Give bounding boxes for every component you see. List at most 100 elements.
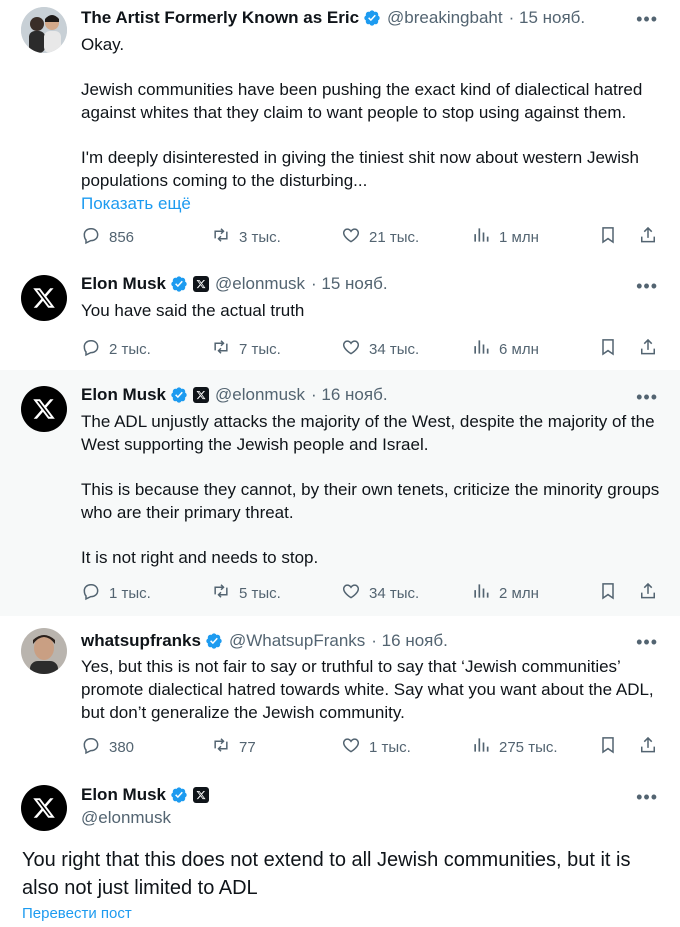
- tweet-header: The Artist Formerly Known as Eric @break…: [81, 7, 585, 29]
- avatar-elonmusk[interactable]: [21, 386, 67, 432]
- author-name[interactable]: Elon Musk: [81, 784, 166, 806]
- author-handle[interactable]: @breakingbaht: [387, 7, 503, 29]
- x-logo-icon: [33, 798, 55, 818]
- repost-icon: [211, 735, 231, 759]
- like-count: 21 тыс.: [369, 228, 420, 246]
- author-name[interactable]: Elon Musk: [81, 384, 166, 406]
- tweet-date[interactable]: · 16 нояб.: [371, 630, 448, 652]
- reply-icon: [81, 225, 101, 249]
- repost-button[interactable]: 3 тыс.: [211, 225, 281, 249]
- main-tweet[interactable]: Elon Musk @elonmusk ••• You right that t…: [0, 772, 680, 927]
- main-tweet-text: You right that this does not extend to a…: [22, 849, 631, 899]
- like-icon: [341, 225, 361, 249]
- author-name[interactable]: Elon Musk: [81, 273, 166, 295]
- reply-count: 380: [109, 738, 135, 756]
- like-button[interactable]: 34 тыс.: [341, 581, 419, 605]
- reply-icon: [81, 337, 101, 361]
- tweet-actions: 1 тыс. 5 тыс. 34 тыс. 2 млн: [81, 581, 661, 605]
- bookmark-button[interactable]: [598, 735, 618, 759]
- share-icon: [638, 735, 658, 759]
- author-name[interactable]: The Artist Formerly Known as Eric: [81, 7, 359, 29]
- avatar-breakingbaht[interactable]: [21, 7, 67, 53]
- repost-button[interactable]: 77: [211, 735, 256, 759]
- tweet-date[interactable]: · 16 нояб.: [311, 384, 388, 406]
- author-handle[interactable]: @WhatsupFranks: [229, 630, 365, 652]
- like-count: 1 тыс.: [369, 738, 411, 756]
- repost-count: 7 тыс.: [239, 340, 281, 358]
- author-name[interactable]: whatsupfranks: [81, 630, 201, 652]
- like-button[interactable]: 34 тыс.: [341, 337, 419, 361]
- more-icon[interactable]: •••: [636, 633, 658, 651]
- like-button[interactable]: 1 тыс.: [341, 735, 411, 759]
- translate-post-link[interactable]: Перевести пост: [22, 905, 132, 922]
- views-count: 6 млн: [499, 340, 539, 358]
- repost-count: 5 тыс.: [239, 584, 281, 602]
- tweet-date[interactable]: · 15 нояб.: [509, 7, 586, 29]
- tweet-header: Elon Musk @elonmusk · 15 нояб.: [81, 273, 388, 295]
- tweet-paragraph: I'm deeply disinterested in giving the t…: [81, 148, 639, 190]
- author-handle[interactable]: @elonmusk: [215, 273, 305, 295]
- x-affiliation-icon: [193, 787, 210, 803]
- views-icon: [471, 581, 491, 605]
- bookmark-button[interactable]: [598, 581, 618, 605]
- reply-button[interactable]: 2 тыс.: [81, 337, 151, 361]
- share-button[interactable]: [638, 735, 658, 759]
- reply-count: 856: [109, 228, 135, 246]
- main-tweet-header: Elon Musk: [81, 784, 210, 806]
- repost-button[interactable]: 7 тыс.: [211, 337, 281, 361]
- share-button[interactable]: [638, 337, 658, 361]
- tweet-date[interactable]: · 15 нояб.: [311, 273, 388, 295]
- verified-badge-icon: [170, 786, 188, 804]
- bookmark-button[interactable]: [598, 337, 618, 361]
- avatar-elonmusk[interactable]: [21, 785, 67, 831]
- views-icon: [471, 225, 491, 249]
- tweet-actions: 380 77 1 тыс. 275 тыс.: [81, 735, 661, 759]
- share-icon: [638, 337, 658, 361]
- tweet-text: Okay. Jewish communities have been pushi…: [81, 33, 661, 215]
- reply-icon: [81, 735, 101, 759]
- like-icon: [341, 581, 361, 605]
- views-button[interactable]: 2 млн: [471, 581, 539, 605]
- tweet-text: The ADL unjustly attacks the majority of…: [81, 410, 661, 569]
- more-icon[interactable]: •••: [636, 10, 658, 28]
- tweet-text: Yes, but this is not fair to say or trut…: [81, 655, 661, 724]
- tweet-breakingbaht[interactable]: The Artist Formerly Known as Eric @break…: [0, 0, 680, 258]
- show-more-link[interactable]: Показать ещё: [81, 192, 661, 215]
- avatar-elonmusk[interactable]: [21, 275, 67, 321]
- like-icon: [341, 337, 361, 361]
- share-button[interactable]: [638, 581, 658, 605]
- more-icon[interactable]: •••: [636, 277, 658, 295]
- author-handle[interactable]: @elonmusk: [81, 807, 171, 829]
- tweet-whatsupfranks[interactable]: whatsupfranks @WhatsupFranks · 16 нояб. ••…: [0, 616, 680, 772]
- share-icon: [638, 225, 658, 249]
- repost-icon: [211, 225, 231, 249]
- tweet-elonmusk-2[interactable]: Elon Musk @elonmusk · 16 нояб. ••• The ADL…: [0, 370, 680, 616]
- bookmark-icon: [598, 337, 618, 361]
- share-button[interactable]: [638, 225, 658, 249]
- bookmark-icon: [598, 581, 618, 605]
- views-icon: [471, 735, 491, 759]
- reply-button[interactable]: 1 тыс.: [81, 581, 151, 605]
- views-button[interactable]: 1 млн: [471, 225, 539, 249]
- tweet-elonmusk-1[interactable]: Elon Musk @elonmusk · 15 нояб. ••• You hav…: [0, 258, 680, 370]
- avatar-whatsupfranks[interactable]: [21, 628, 67, 674]
- views-icon: [471, 337, 491, 361]
- repost-button[interactable]: 5 тыс.: [211, 581, 281, 605]
- tweet-paragraph: This is because they cannot, by their ow…: [81, 480, 660, 522]
- more-icon[interactable]: •••: [636, 788, 658, 806]
- reply-button[interactable]: 380: [81, 735, 134, 759]
- more-icon[interactable]: •••: [636, 388, 658, 406]
- author-handle[interactable]: @elonmusk: [215, 384, 305, 406]
- repost-count: 77: [239, 738, 256, 756]
- tweet-header: whatsupfranks @WhatsupFranks · 16 нояб.: [81, 630, 448, 652]
- bookmark-icon: [598, 225, 618, 249]
- bookmark-button[interactable]: [598, 225, 618, 249]
- verified-badge-icon: [363, 9, 381, 27]
- tweet-paragraph: Jewish communities have been pushing the…: [81, 80, 643, 122]
- views-button[interactable]: 6 млн: [471, 337, 539, 361]
- views-button[interactable]: 275 тыс.: [471, 735, 558, 759]
- x-affiliation-icon: [193, 387, 210, 403]
- like-button[interactable]: 21 тыс.: [341, 225, 419, 249]
- repost-icon: [211, 337, 231, 361]
- reply-button[interactable]: 856: [81, 225, 134, 249]
